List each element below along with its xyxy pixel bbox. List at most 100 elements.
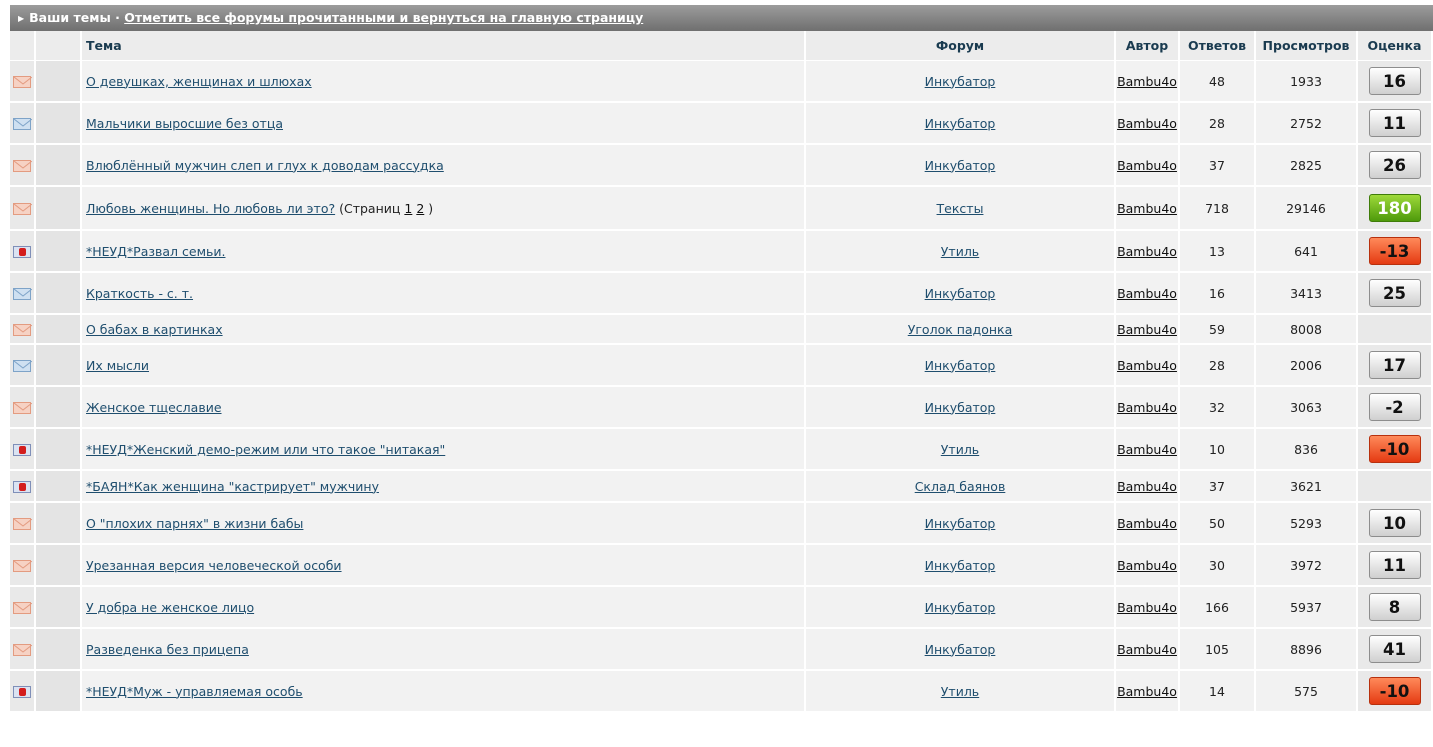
topic-link[interactable]: *БАЯН*Как женщина "кастрирует" мужчину bbox=[86, 479, 379, 494]
author-link[interactable]: Bambu4o bbox=[1117, 358, 1177, 373]
table-row: *НЕУД*Муж - управляемая особь Утиль Bambu4… bbox=[10, 671, 1431, 713]
topic-icon-cell bbox=[10, 345, 34, 387]
forum-column-header[interactable]: Форум bbox=[806, 31, 1114, 61]
forum-link[interactable]: Инкубатор bbox=[925, 74, 996, 89]
replies-count: 28 bbox=[1180, 345, 1254, 387]
topic-link[interactable]: О бабах в картинках bbox=[86, 322, 223, 337]
replies-column-header[interactable]: Ответов bbox=[1180, 31, 1254, 61]
topic-status-cell bbox=[36, 429, 80, 471]
envelope-orange-icon bbox=[13, 402, 32, 414]
envelope-blue-icon bbox=[13, 118, 32, 130]
rating-badge[interactable]: -10 bbox=[1368, 677, 1421, 705]
arrow-right-icon: ▶ bbox=[18, 14, 25, 23]
topic-link[interactable]: Любовь женщины. Но любовь ли это? bbox=[86, 201, 335, 216]
author-column-header[interactable]: Автор bbox=[1116, 31, 1178, 61]
forum-link[interactable]: Инкубатор bbox=[925, 400, 996, 415]
envelope-orange-icon bbox=[13, 324, 32, 336]
table-row: Разведенка без прицепа Инкубатор Bambu4o 10… bbox=[10, 629, 1431, 671]
table-row: *НЕУД*Развал семьи. Утиль Bambu4o 13 641 -13 bbox=[10, 231, 1431, 273]
author-link[interactable]: Bambu4o bbox=[1117, 74, 1177, 89]
rating-badge[interactable]: 26 bbox=[1368, 151, 1421, 179]
rating-badge[interactable]: 11 bbox=[1368, 109, 1421, 137]
forum-link[interactable]: Инкубатор bbox=[925, 558, 996, 573]
table-row: *НЕУД*Женский демо-режим или что такое "… bbox=[10, 429, 1431, 471]
views-count: 641 bbox=[1256, 231, 1356, 273]
replies-count: 166 bbox=[1180, 587, 1254, 629]
forum-link[interactable]: Инкубатор bbox=[925, 600, 996, 615]
rating-cell: 8 bbox=[1358, 587, 1431, 629]
forum-link[interactable]: Утиль bbox=[941, 442, 979, 457]
forum-link[interactable]: Уголок падонка bbox=[908, 322, 1013, 337]
page-link[interactable]: 2 bbox=[416, 201, 424, 216]
author-link[interactable]: Bambu4o bbox=[1117, 479, 1177, 494]
topic-status-cell bbox=[36, 187, 80, 231]
topic-link[interactable]: Урезанная версия человеческой особи bbox=[86, 558, 342, 573]
author-link[interactable]: Bambu4o bbox=[1117, 244, 1177, 259]
author-link[interactable]: Bambu4o bbox=[1117, 286, 1177, 301]
topic-link[interactable]: О "плохих парнях" в жизни бабы bbox=[86, 516, 303, 531]
rating-cell bbox=[1358, 315, 1431, 345]
topic-link[interactable]: О девушках, женщинах и шлюхах bbox=[86, 74, 312, 89]
author-cell: Bambu4o bbox=[1116, 503, 1178, 545]
forum-cell: Тексты bbox=[806, 187, 1114, 231]
rating-badge[interactable]: 41 bbox=[1368, 635, 1421, 663]
topic-column-header[interactable]: Тема bbox=[82, 31, 804, 61]
author-link[interactable]: Bambu4o bbox=[1117, 600, 1177, 615]
rating-badge[interactable]: 25 bbox=[1368, 279, 1421, 307]
topic-cell: О бабах в картинках bbox=[82, 315, 804, 345]
rating-badge[interactable]: 17 bbox=[1368, 351, 1421, 379]
mark-all-read-link[interactable]: Отметить все форумы прочитанными и верну… bbox=[124, 10, 643, 25]
forum-link[interactable]: Инкубатор bbox=[925, 286, 996, 301]
page-link[interactable]: 1 bbox=[404, 201, 412, 216]
forum-link[interactable]: Инкубатор bbox=[925, 158, 996, 173]
topic-cell: Любовь женщины. Но любовь ли это? (Стран… bbox=[82, 187, 804, 231]
forum-link[interactable]: Утиль bbox=[941, 684, 979, 699]
author-link[interactable]: Bambu4o bbox=[1117, 201, 1177, 216]
rating-badge[interactable]: 8 bbox=[1368, 593, 1421, 621]
forum-link[interactable]: Тексты bbox=[937, 201, 984, 216]
envelope-locked-icon bbox=[13, 686, 31, 698]
forum-link[interactable]: Инкубатор bbox=[925, 642, 996, 657]
topic-link[interactable]: *НЕУД*Муж - управляемая особь bbox=[86, 684, 303, 699]
author-cell: Bambu4o bbox=[1116, 315, 1178, 345]
table-row: О девушках, женщинах и шлюхах Инкубатор Ba… bbox=[10, 61, 1431, 103]
topic-link[interactable]: *НЕУД*Женский демо-режим или что такое "… bbox=[86, 442, 445, 457]
author-link[interactable]: Bambu4o bbox=[1117, 442, 1177, 457]
author-link[interactable]: Bambu4o bbox=[1117, 400, 1177, 415]
views-count: 3413 bbox=[1256, 273, 1356, 315]
forum-link[interactable]: Инкубатор bbox=[925, 358, 996, 373]
author-link[interactable]: Bambu4o bbox=[1117, 684, 1177, 699]
topic-link[interactable]: Их мысли bbox=[86, 358, 149, 373]
topic-link[interactable]: Разведенка без прицепа bbox=[86, 642, 249, 657]
author-link[interactable]: Bambu4o bbox=[1117, 516, 1177, 531]
rating-badge[interactable]: -2 bbox=[1368, 393, 1421, 421]
topic-link[interactable]: Женское тщеславие bbox=[86, 400, 222, 415]
rating-badge[interactable]: 10 bbox=[1368, 509, 1421, 537]
topic-link[interactable]: У добра не женское лицо bbox=[86, 600, 254, 615]
forum-cell: Инкубатор bbox=[806, 629, 1114, 671]
topic-link[interactable]: Влюблённый мужчин слеп и глух к доводам … bbox=[86, 158, 444, 173]
forum-link[interactable]: Инкубатор bbox=[925, 116, 996, 131]
forum-link[interactable]: Склад баянов bbox=[915, 479, 1006, 494]
author-cell: Bambu4o bbox=[1116, 545, 1178, 587]
envelope-blue-icon bbox=[13, 360, 32, 372]
topic-link[interactable]: *НЕУД*Развал семьи. bbox=[86, 244, 225, 259]
topic-link[interactable]: Краткость - с. т. bbox=[86, 286, 193, 301]
rating-badge[interactable]: -10 bbox=[1368, 435, 1421, 463]
rating-badge[interactable]: -13 bbox=[1368, 237, 1421, 265]
rating-badge[interactable]: 180 bbox=[1368, 194, 1421, 222]
forum-link[interactable]: Утиль bbox=[941, 244, 979, 259]
author-link[interactable]: Bambu4o bbox=[1117, 642, 1177, 657]
author-link[interactable]: Bambu4o bbox=[1117, 116, 1177, 131]
topic-link[interactable]: Мальчики выросшие без отца bbox=[86, 116, 283, 131]
rating-badge[interactable]: 11 bbox=[1368, 551, 1421, 579]
author-link[interactable]: Bambu4o bbox=[1117, 558, 1177, 573]
author-link[interactable]: Bambu4o bbox=[1117, 322, 1177, 337]
rating-badge[interactable]: 16 bbox=[1368, 67, 1421, 95]
forum-link[interactable]: Инкубатор bbox=[925, 516, 996, 531]
rating-column-header[interactable]: Оценка bbox=[1358, 31, 1431, 61]
author-link[interactable]: Bambu4o bbox=[1117, 158, 1177, 173]
author-cell: Bambu4o bbox=[1116, 103, 1178, 145]
views-column-header[interactable]: Просмотров bbox=[1256, 31, 1356, 61]
rating-cell: 180 bbox=[1358, 187, 1431, 231]
